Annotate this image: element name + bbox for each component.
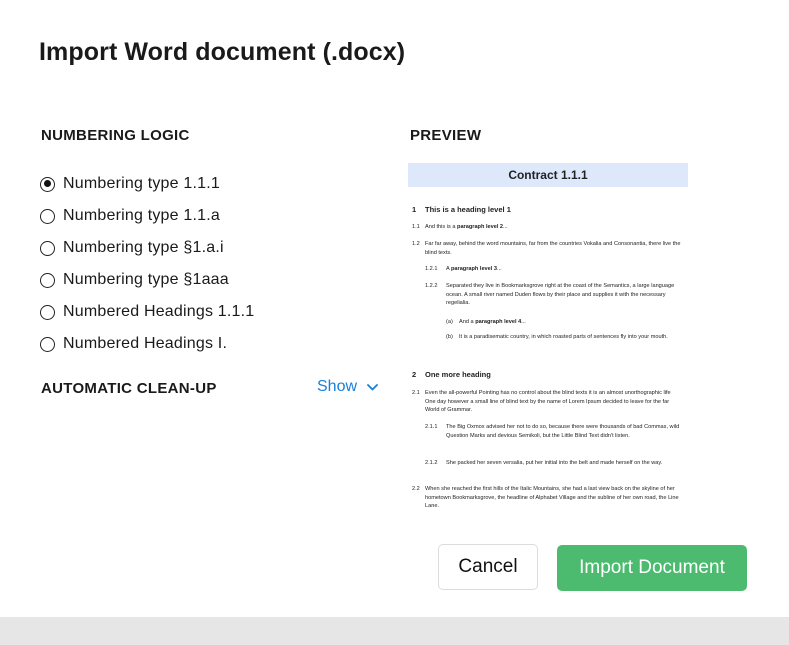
- paragraph-text: Even the all-powerful Pointing has no co…: [425, 390, 671, 414]
- radio-icon[interactable]: [40, 336, 55, 352]
- preview-heading: PREVIEW: [410, 127, 482, 144]
- dialog-title: Import Word document (.docx): [39, 38, 406, 66]
- radio-selected-icon[interactable]: [40, 176, 55, 192]
- preview-paragraph-2-1-1: 2.1.1 The Big Oxmox advised her not to d…: [425, 423, 682, 440]
- paragraph-number: 2.2: [412, 486, 420, 492]
- paragraph-text: She packed her seven versalia, put her i…: [446, 460, 663, 466]
- heading-text: This is a heading level 1: [425, 205, 511, 214]
- option-label: Numbering type §1aaa: [63, 271, 229, 288]
- paragraph-text: When she reached the first hills of the …: [425, 486, 679, 510]
- heading-text: One more heading: [425, 370, 491, 379]
- cleanup-show-toggle[interactable]: Show: [317, 378, 378, 396]
- preview-heading-level-1-second: 2 One more heading: [412, 370, 491, 379]
- option-label: Numbered Headings I.: [63, 335, 228, 352]
- paragraph-number: 1.2: [412, 241, 420, 247]
- text-run: And this is a: [425, 224, 458, 230]
- radio-icon[interactable]: [40, 272, 55, 288]
- option-numbering-type-section-1aaa[interactable]: Numbering type §1aaa: [40, 264, 254, 296]
- cancel-button[interactable]: Cancel: [438, 544, 538, 590]
- heading-number: 1: [412, 205, 417, 214]
- paragraph-number: 1.2.1: [425, 266, 438, 272]
- preview-heading-level-1: 1 This is a heading level 1: [412, 205, 511, 214]
- paragraph-number: (b): [446, 334, 453, 340]
- preview-paragraph-1-2: 1.2 Far far away, behind the word mounta…: [412, 240, 682, 257]
- automatic-cleanup-heading: AUTOMATIC CLEAN-UP: [41, 380, 217, 397]
- preview-paragraph-a: (a) And a paragraph level 4...: [446, 318, 682, 327]
- option-label: Numbering type 1.1.1: [63, 175, 220, 192]
- preview-paragraph-2-1-2: 2.1.2 She packed her seven versalia, put…: [425, 459, 682, 468]
- radio-icon[interactable]: [40, 208, 55, 224]
- paragraph-number: (a): [446, 319, 453, 325]
- numbering-logic-heading: NUMBERING LOGIC: [41, 127, 190, 144]
- bold-run: paragraph level 3: [450, 266, 497, 272]
- show-label: Show: [317, 378, 358, 395]
- preview-paragraph-2-1: 2.1 Even the all-powerful Pointing has n…: [412, 389, 682, 415]
- option-numbering-type-1-1-1[interactable]: Numbering type 1.1.1: [40, 168, 254, 200]
- paragraph-text: Far far away, behind the word mountains,…: [425, 241, 681, 256]
- paragraph-number: 1.1: [412, 224, 420, 230]
- paragraph-text: The Big Oxmox advised her not to do so, …: [446, 424, 680, 439]
- paragraph-text: It is a paradisematic country, in which …: [459, 334, 668, 340]
- bold-run: paragraph level 2: [457, 224, 504, 230]
- text-run: And a: [459, 319, 476, 325]
- preview-paragraph-b: (b) It is a paradisematic country, in wh…: [446, 333, 682, 342]
- paragraph-text: And this is a paragraph level 2...: [412, 223, 682, 232]
- paragraph-number: 1.2.2: [425, 283, 438, 289]
- preview-paragraph-2-2: 2.2 When she reached the first hills of …: [412, 485, 682, 511]
- option-numbering-type-1-1-a[interactable]: Numbering type 1.1.a: [40, 200, 254, 232]
- option-numbered-headings-1-1-1[interactable]: Numbered Headings 1.1.1: [40, 296, 254, 328]
- paragraph-text: And a paragraph level 4...: [446, 318, 682, 327]
- preview-paragraph-1-2-2: 1.2.2 Separated they live in Bookmarksgr…: [425, 282, 682, 308]
- chevron-down-icon: [367, 383, 378, 390]
- paragraph-text: Separated they live in Bookmarksgrove ri…: [446, 283, 675, 307]
- option-numbering-type-section-1-a-i[interactable]: Numbering type §1.a.i: [40, 232, 254, 264]
- paragraph-number: 2.1.1: [425, 424, 438, 430]
- heading-number: 2: [412, 370, 417, 379]
- preview-doc-title: Contract 1.1.1: [408, 163, 688, 187]
- paragraph-text: A paragraph level 3...: [425, 265, 682, 274]
- import-dialog: Import Word document (.docx) NUMBERING L…: [0, 0, 789, 617]
- radio-icon[interactable]: [40, 304, 55, 320]
- paragraph-number: 2.1: [412, 390, 420, 396]
- option-label: Numbered Headings 1.1.1: [63, 303, 255, 320]
- numbering-options: Numbering type 1.1.1 Numbering type 1.1.…: [40, 168, 254, 360]
- bold-run: paragraph level 4: [475, 319, 522, 325]
- text-run: ...: [521, 319, 526, 325]
- import-document-button[interactable]: Import Document: [557, 545, 747, 591]
- text-run: ...: [497, 266, 502, 272]
- paragraph-number: 2.1.2: [425, 460, 438, 466]
- radio-icon[interactable]: [40, 240, 55, 256]
- preview-paragraph-1-1: 1.1 And this is a paragraph level 2...: [412, 223, 682, 232]
- document-preview: Contract 1.1.1 1 This is a heading level …: [408, 163, 688, 515]
- option-label: Numbering type §1.a.i: [63, 239, 224, 256]
- option-numbered-headings-roman[interactable]: Numbered Headings I.: [40, 328, 254, 360]
- option-label: Numbering type 1.1.a: [63, 207, 220, 224]
- preview-paragraph-1-2-1: 1.2.1 A paragraph level 3...: [425, 265, 682, 274]
- text-run: ...: [503, 224, 508, 230]
